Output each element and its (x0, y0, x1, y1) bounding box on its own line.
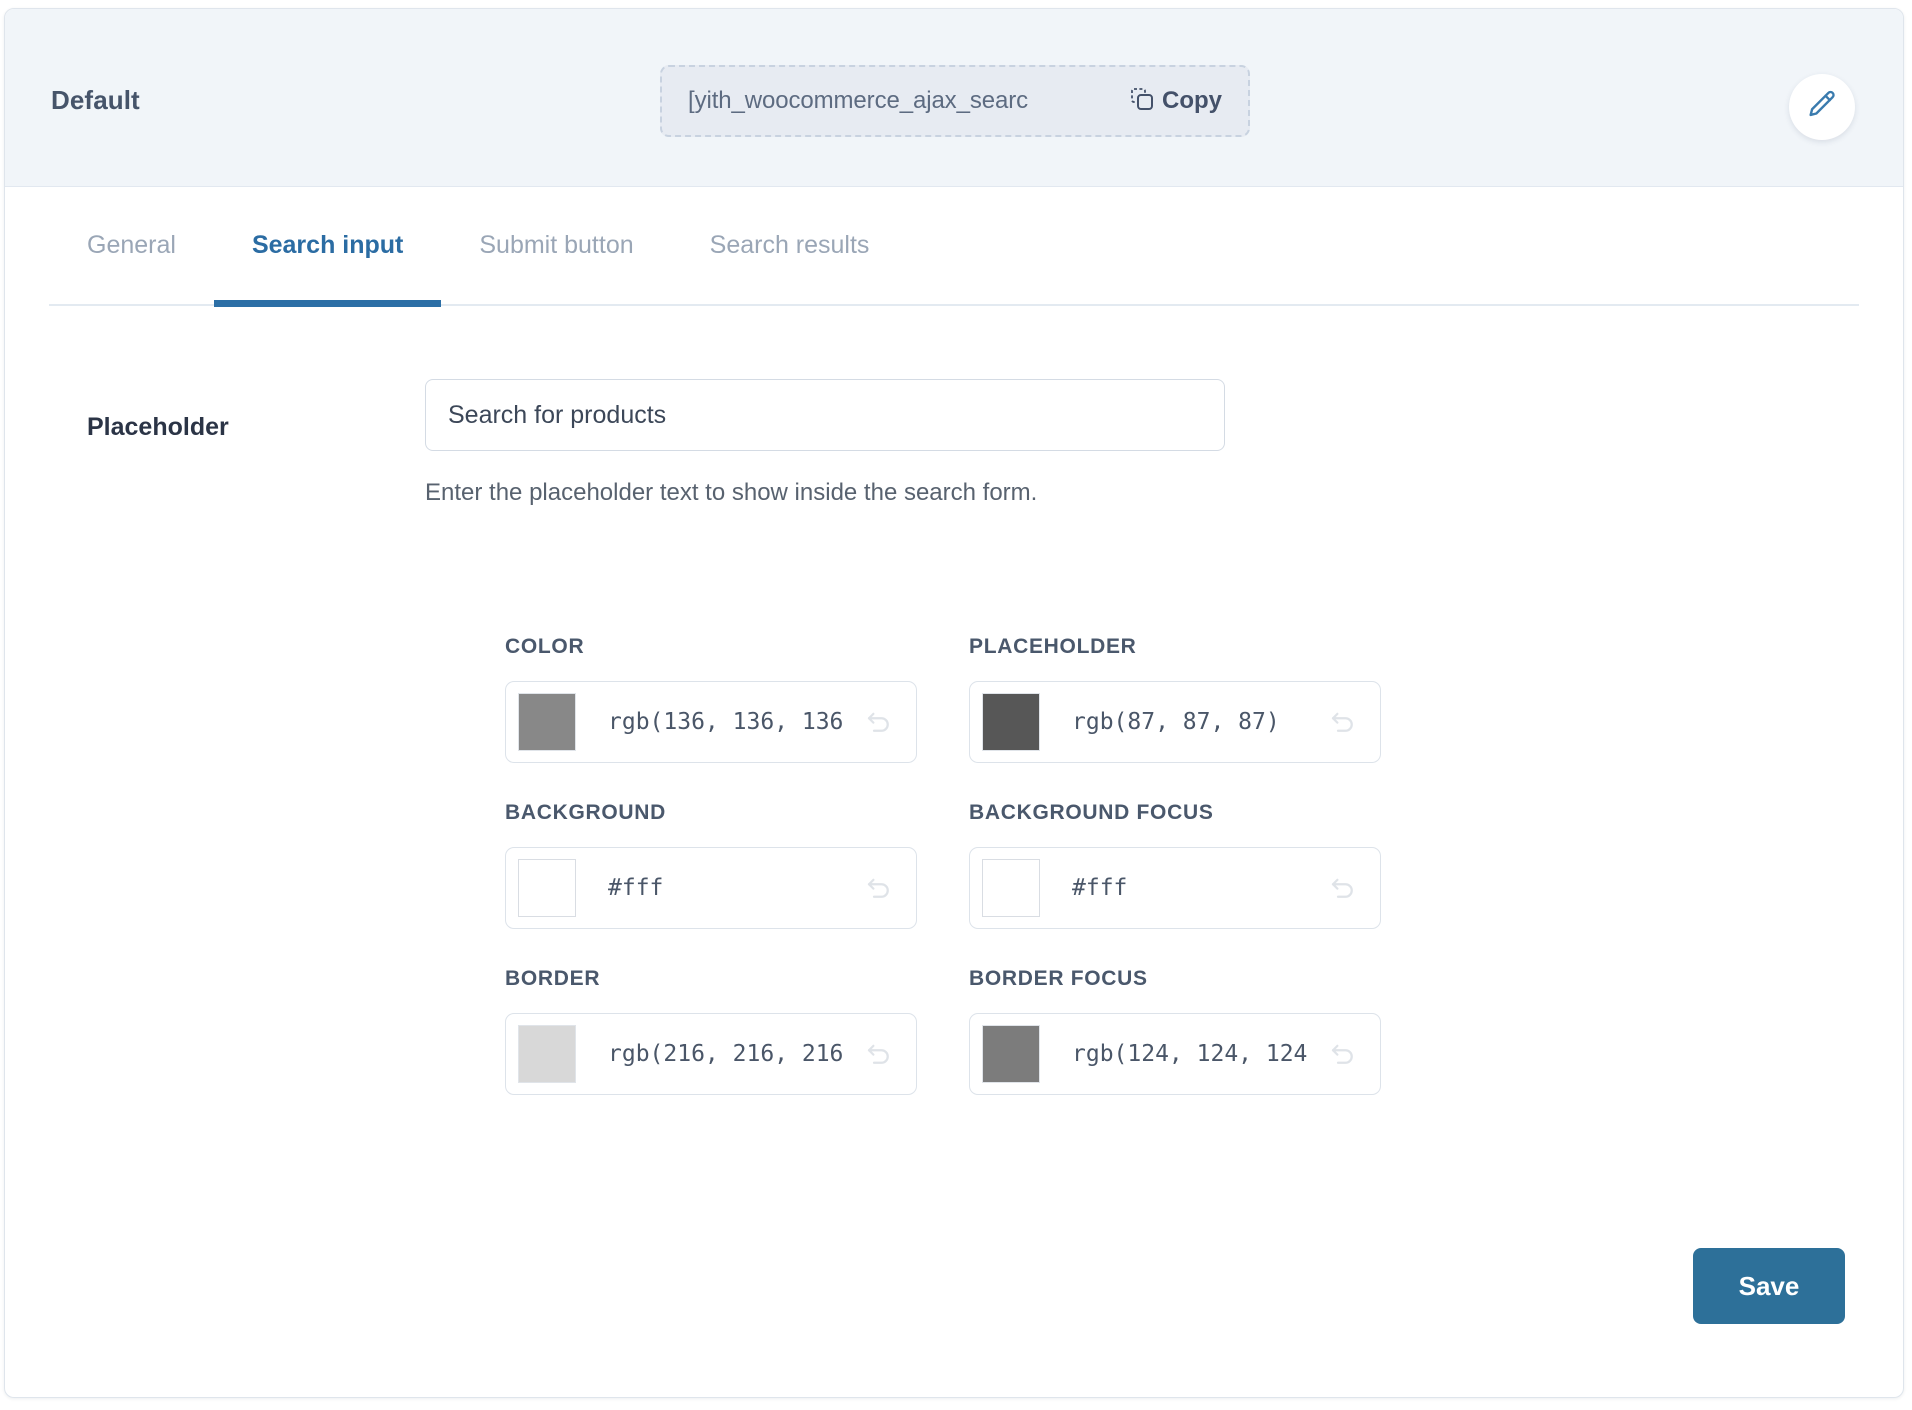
edit-button[interactable] (1789, 74, 1855, 140)
color-picker-border[interactable]: rgb(216, 216, 216 (505, 1013, 917, 1095)
color-field-background: BACKGROUND #fff (505, 801, 917, 929)
color-value: #fff (1072, 875, 1128, 901)
undo-icon[interactable] (1328, 707, 1358, 737)
tab-bar: General Search input Submit button Searc… (5, 187, 1903, 307)
placeholder-field-row: Placeholder Enter the placeholder text t… (5, 307, 1903, 507)
tab-general[interactable]: General (49, 186, 214, 305)
color-field-border: BORDER rgb(216, 216, 216 (505, 967, 917, 1095)
copy-button[interactable]: Copy (1129, 86, 1222, 117)
shortcode-text: [yith_woocommerce_ajax_searc (688, 87, 1029, 114)
color-field-placeholder: PLACEHOLDER rgb(87, 87, 87) (969, 635, 1381, 763)
tab-search-results[interactable]: Search results (672, 186, 908, 305)
color-settings-grid: COLOR rgb(136, 136, 136 PLACEHOLDER rgb(… (505, 635, 1405, 1133)
undo-icon[interactable] (1328, 1039, 1358, 1069)
color-swatch[interactable] (982, 1025, 1040, 1083)
placeholder-label: Placeholder (87, 413, 229, 441)
color-picker-background-focus[interactable]: #fff (969, 847, 1381, 929)
undo-icon[interactable] (864, 873, 894, 903)
undo-icon[interactable] (1328, 873, 1358, 903)
color-caption: BORDER (505, 967, 601, 990)
tab-search-input[interactable]: Search input (213, 186, 442, 307)
undo-icon[interactable] (864, 707, 894, 737)
card-body: Placeholder Enter the placeholder text t… (5, 307, 1903, 1133)
color-caption: COLOR (505, 635, 585, 658)
color-value: rgb(136, 136, 136 (608, 709, 844, 735)
color-value: #fff (608, 875, 664, 901)
save-button[interactable]: Save (1693, 1248, 1845, 1324)
app-root: Default [yith_woocommerce_ajax_searc Cop… (0, 0, 1912, 1410)
tab-submit-button[interactable]: Submit button (441, 186, 671, 305)
color-value: rgb(87, 87, 87) (1072, 709, 1280, 735)
copy-icon (1129, 86, 1155, 117)
color-swatch[interactable] (982, 859, 1040, 917)
placeholder-input[interactable] (425, 379, 1225, 451)
page-title: Default (51, 85, 140, 115)
color-picker-placeholder[interactable]: rgb(87, 87, 87) (969, 681, 1381, 763)
pencil-icon (1805, 88, 1839, 127)
color-caption: BACKGROUND FOCUS (969, 801, 1214, 824)
color-caption: BORDER FOCUS (969, 967, 1148, 990)
color-swatch[interactable] (518, 1025, 576, 1083)
color-value: rgb(124, 124, 124 (1072, 1041, 1308, 1067)
copy-label: Copy (1162, 87, 1222, 114)
card-header: Default [yith_woocommerce_ajax_searc Cop… (5, 9, 1903, 187)
color-field-color: COLOR rgb(136, 136, 136 (505, 635, 917, 763)
color-picker-border-focus[interactable]: rgb(124, 124, 124 (969, 1013, 1381, 1095)
color-field-background-focus: BACKGROUND FOCUS #fff (969, 801, 1381, 929)
color-swatch[interactable] (982, 693, 1040, 751)
color-field-border-focus: BORDER FOCUS rgb(124, 124, 124 (969, 967, 1381, 1095)
color-caption: PLACEHOLDER (969, 635, 1137, 658)
placeholder-hint: Enter the placeholder text to show insid… (425, 479, 1038, 506)
color-swatch[interactable] (518, 693, 576, 751)
shortcode-box[interactable]: [yith_woocommerce_ajax_searc Copy (660, 65, 1250, 137)
color-picker-color[interactable]: rgb(136, 136, 136 (505, 681, 917, 763)
color-value: rgb(216, 216, 216 (608, 1041, 844, 1067)
color-picker-background[interactable]: #fff (505, 847, 917, 929)
settings-card: Default [yith_woocommerce_ajax_searc Cop… (4, 8, 1904, 1398)
undo-icon[interactable] (864, 1039, 894, 1069)
color-swatch[interactable] (518, 859, 576, 917)
color-caption: BACKGROUND (505, 801, 666, 824)
